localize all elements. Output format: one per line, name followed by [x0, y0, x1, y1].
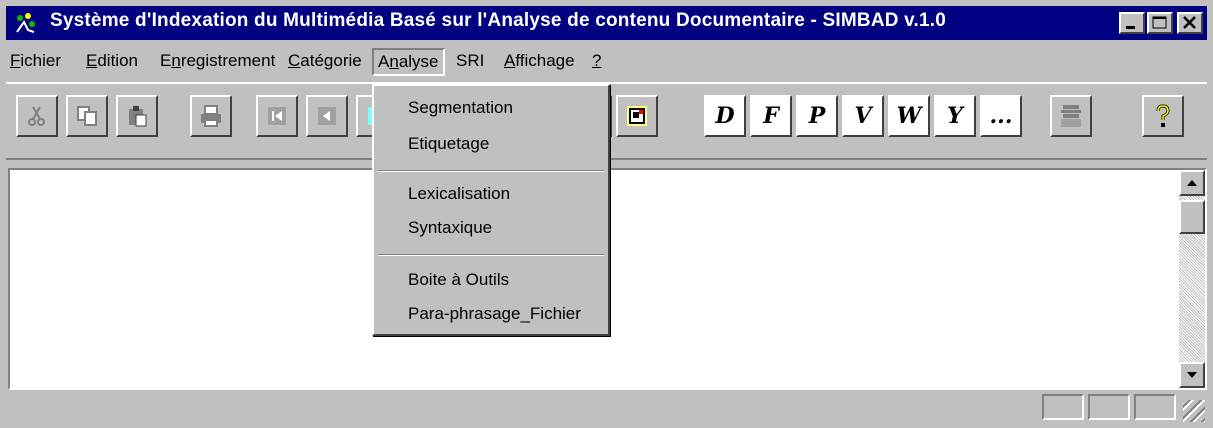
menu-categorie-label: atégorie: [300, 51, 362, 70]
help-button[interactable]: [1142, 95, 1184, 137]
close-button[interactable]: [1177, 12, 1203, 34]
menu-item-boite-a-outils[interactable]: Boite à Outils: [408, 270, 509, 290]
maximize-icon: [1152, 16, 1167, 29]
window-alt-icon: [627, 106, 647, 126]
letter-y-button[interactable]: Y: [934, 95, 976, 137]
status-panel-2: [1088, 394, 1130, 420]
arrow-down-icon: [1187, 372, 1197, 378]
letter-f-label: F: [763, 103, 779, 129]
menu-sri-label: SRI: [456, 51, 485, 70]
menu-item-para-phrasage-fichier[interactable]: Para-phrasage_Fichier: [408, 304, 581, 324]
menu-bar: Fichier Edition Enregistrement Catégorie…: [6, 48, 1207, 78]
letter-v-label: V: [854, 103, 872, 129]
application-window: Système d'Indexation du Multimédia Basé …: [0, 0, 1213, 428]
menu-enregistrement-pre: E: [160, 51, 172, 70]
menu-affichage[interactable]: Affichage: [500, 48, 579, 76]
copy-icon: [77, 106, 97, 126]
more-button[interactable]: ...: [980, 95, 1022, 137]
menu-edition-accel: E: [86, 51, 98, 70]
more-label: ...: [989, 103, 1013, 129]
previous-record-button[interactable]: [306, 95, 348, 137]
menu-analyse[interactable]: Analyse: [372, 48, 445, 76]
cut-button[interactable]: [16, 95, 58, 137]
letter-d-label: D: [715, 103, 735, 129]
menu-item-syntaxique[interactable]: Syntaxique: [408, 218, 492, 238]
window-alt-button[interactable]: [616, 95, 658, 137]
paste-icon: [129, 106, 147, 127]
resize-grip-icon[interactable]: [1183, 400, 1205, 422]
status-bar: [6, 392, 1207, 424]
menu-fichier-accel: F: [10, 51, 21, 70]
close-icon: [1183, 16, 1196, 29]
cut-icon: [28, 106, 45, 126]
scroll-thumb[interactable]: [1179, 200, 1205, 234]
menu-analyse-accel: n: [389, 52, 399, 71]
menu-item-lexicalisation[interactable]: Lexicalisation: [408, 184, 510, 204]
menu-separator: [378, 170, 604, 172]
letter-y-label: Y: [947, 103, 963, 129]
menu-affichage-accel: A: [504, 51, 516, 70]
menu-sri[interactable]: SRI: [452, 48, 488, 76]
dtc-button[interactable]: [1050, 95, 1092, 137]
menu-item-etiquetage[interactable]: Etiquetage: [408, 134, 489, 154]
copy-button[interactable]: [66, 95, 108, 137]
menu-enregistrement[interactable]: Enregistrement: [156, 48, 279, 76]
menu-fichier-label: ichier: [20, 51, 62, 70]
menu-affichage-label: ffichage: [515, 51, 575, 70]
status-panel-1: [1042, 394, 1084, 420]
analyse-dropdown: Segmentation Etiquetage Lexicalisation S…: [372, 84, 610, 336]
letter-w-button[interactable]: W: [888, 95, 930, 137]
help-icon: [1156, 104, 1170, 127]
menu-fichier[interactable]: Fichier: [6, 48, 65, 76]
minimize-icon: [1126, 26, 1135, 29]
arrow-up-icon: [1187, 180, 1197, 186]
letter-p-label: P: [808, 103, 826, 129]
previous-record-icon: [318, 107, 336, 125]
menu-enregistrement-accel: n: [171, 51, 181, 70]
menu-help[interactable]: ?: [588, 48, 605, 76]
letter-p-button[interactable]: P: [796, 95, 838, 137]
menu-categorie[interactable]: Catégorie: [284, 48, 366, 76]
status-panel-3: [1134, 394, 1176, 420]
menu-analyse-label: alyse: [398, 52, 439, 71]
menu-edition-label: dition: [97, 51, 138, 70]
window-title: Système d'Indexation du Multimédia Basé …: [50, 10, 947, 31]
minimize-button[interactable]: [1119, 12, 1145, 34]
paste-button[interactable]: [116, 95, 158, 137]
print-icon: [201, 105, 221, 127]
vertical-scrollbar[interactable]: [1179, 170, 1205, 388]
first-record-icon: [268, 107, 286, 125]
menu-analyse-pre: A: [378, 52, 390, 71]
scroll-up-button[interactable]: [1179, 170, 1205, 196]
menu-separator: [378, 254, 604, 256]
menu-enregistrement-label: registrement: [180, 51, 276, 70]
dtc-icon: [1061, 105, 1081, 127]
scroll-down-button[interactable]: [1179, 362, 1205, 388]
title-bar[interactable]: Système d'Indexation du Multimédia Basé …: [6, 6, 1207, 40]
menu-help-label: ?: [592, 51, 602, 70]
app-icon[interactable]: [14, 12, 38, 34]
menu-item-segmentation[interactable]: Segmentation: [408, 98, 513, 118]
letter-f-button[interactable]: F: [750, 95, 792, 137]
letter-d-button[interactable]: D: [704, 95, 746, 137]
menu-categorie-accel: C: [288, 51, 301, 70]
print-button[interactable]: [190, 95, 232, 137]
maximize-button[interactable]: [1147, 12, 1173, 34]
letter-v-button[interactable]: V: [842, 95, 884, 137]
menu-edition[interactable]: Edition: [82, 48, 142, 76]
first-record-button[interactable]: [256, 95, 298, 137]
letter-w-label: W: [896, 103, 922, 129]
